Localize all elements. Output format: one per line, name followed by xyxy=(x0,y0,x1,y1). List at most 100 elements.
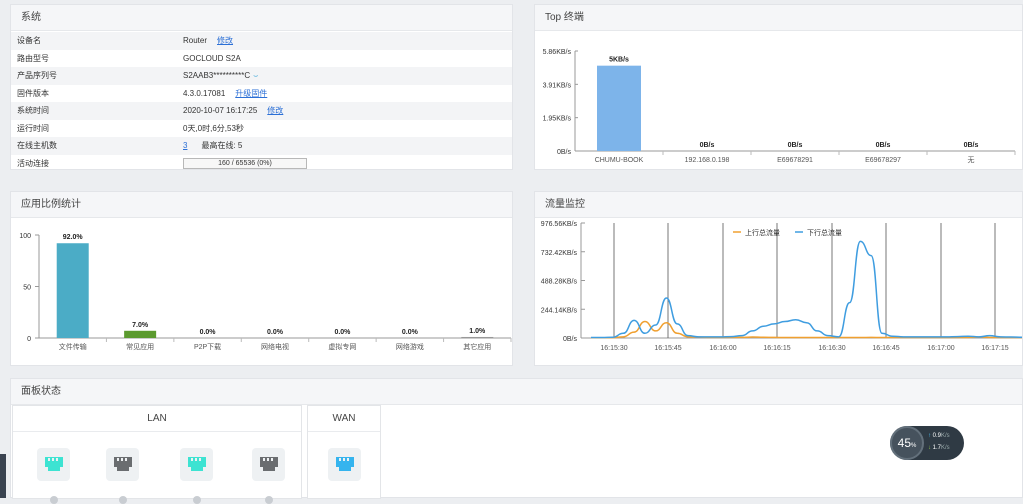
online-hosts-link[interactable]: 3 xyxy=(183,141,187,150)
system-row: 系统时间 2020-10-07 16:17:25 修改 xyxy=(11,102,512,120)
lan-label: LAN xyxy=(13,406,301,432)
top-terminals-title: Top 终端 xyxy=(535,5,1022,31)
port-status-dot xyxy=(193,496,201,504)
upload-speed: 0.9 xyxy=(932,433,942,439)
system-row-value: 4.3.0.17081 升级固件 xyxy=(183,85,512,103)
app-ratio-chart: 0 50 100 92.0% 文件传输 7.0% 常见应用 0.0% P2P下载 0.0% 网络电视… xyxy=(19,233,512,351)
series-line xyxy=(591,320,1022,339)
port-status-dot xyxy=(50,496,58,504)
ethernet-port-icon xyxy=(43,455,65,475)
active-connections-bar: 160 / 65536 (0%) xyxy=(183,157,307,169)
port-status-dot xyxy=(265,496,273,504)
x-tick-label: CHUMU-BOOK xyxy=(595,157,644,164)
data-label: 0.0% xyxy=(200,329,217,336)
y-tick-label: 0B/s xyxy=(557,149,572,156)
system-row-value: 0天,0时,6分,53秒 xyxy=(183,120,512,138)
download-unit: K/s xyxy=(941,445,950,451)
system-row-value: 3 最高在线: 5 xyxy=(183,137,512,155)
system-row-value: Router 修改 xyxy=(183,32,512,50)
x-tick-label: P2P下载 xyxy=(194,342,221,351)
system-row: 设备名 Router 修改 xyxy=(11,32,512,50)
system-row-label: 在线主机数 xyxy=(17,141,57,150)
series-line xyxy=(590,240,1023,339)
upload-arrow-icon: ↑ xyxy=(928,433,931,439)
system-row: 固件版本 4.3.0.17081 升级固件 xyxy=(11,85,512,103)
x-tick-label: 常见应用 xyxy=(126,342,154,351)
app-ratio-panel: 应用比例统计 0 50 100 92.0% 文件传输 7.0% 常见应用 0.0% P2P下载 0… xyxy=(10,191,513,366)
value-text: 2020-10-07 16:17:25 xyxy=(183,106,258,115)
data-label: 0.0% xyxy=(267,329,284,336)
data-label: 0.0% xyxy=(334,329,351,336)
x-tick-label: 其它应用 xyxy=(463,342,491,351)
system-row: 在线主机数 3 最高在线: 5 xyxy=(11,137,512,155)
value-text: Router xyxy=(183,36,208,45)
data-label: 1.0% xyxy=(469,328,486,335)
download-speed: 1.7 xyxy=(932,445,942,451)
x-tick-label: 虚拟专网 xyxy=(328,342,356,351)
lan-section: LAN xyxy=(12,405,302,504)
x-tick-label: 网络游戏 xyxy=(396,342,424,351)
speed-widget[interactable]: 45% ↑ 0.9K/s ↓ 1.7K/s xyxy=(890,426,964,460)
y-tick-label: 976.56KB/s xyxy=(541,221,578,228)
traffic-monitor-panel: 流量监控 0B/s 244.14KB/s 488.28KB/s 732.42KB/s 9… xyxy=(534,191,1023,366)
port-status-dot xyxy=(119,496,127,504)
cpu-usage-unit: % xyxy=(911,443,917,449)
row-action-link[interactable]: 修改 xyxy=(267,106,283,115)
y-tick-label: 732.42KB/s xyxy=(541,250,578,257)
bar xyxy=(597,65,641,151)
ethernet-port-icon xyxy=(186,455,208,475)
x-tick-label: 16:16:45 xyxy=(872,345,899,352)
value-text: 0天,0时,6分,53秒 xyxy=(183,123,244,133)
data-label: 0B/s xyxy=(964,142,979,149)
panel-status-title: 面板状态 xyxy=(11,379,1022,405)
ethernet-port-icon xyxy=(112,455,134,475)
panel-status-panel: 面板状态 LAN WAN xyxy=(10,378,1023,504)
bar xyxy=(461,336,494,338)
system-row-label: 活动连接 xyxy=(17,158,49,168)
system-row-value: 2020-10-07 16:17:25 修改 xyxy=(183,102,512,120)
system-row-label: 系统时间 xyxy=(17,106,49,115)
data-label: 0B/s xyxy=(788,142,803,149)
x-tick-label: 16:16:00 xyxy=(709,345,736,352)
wan-port[interactable] xyxy=(328,448,361,481)
cpu-usage-value: 45 xyxy=(897,436,911,450)
system-row: 活动连接 160 / 65536 (0%) xyxy=(11,155,512,173)
eye-icon[interactable]: ⌣ xyxy=(253,71,258,80)
lan-port-3[interactable] xyxy=(180,448,213,481)
ethernet-port-icon xyxy=(258,455,280,475)
y-tick-label: 3.91KB/s xyxy=(543,82,572,89)
lan-port-2[interactable] xyxy=(106,448,139,481)
y-tick-label: 488.28KB/s xyxy=(541,279,578,286)
y-tick-label: 244.14KB/s xyxy=(541,307,578,314)
data-label: 92.0% xyxy=(63,234,84,241)
system-row-label: 设备名 xyxy=(17,36,41,45)
y-tick-label: 0B/s xyxy=(563,336,578,343)
upload-unit: K/s xyxy=(941,433,950,439)
bar xyxy=(124,330,157,338)
y-tick-label: 5.86KB/s xyxy=(543,49,572,56)
app-ratio-title: 应用比例统计 xyxy=(11,192,512,218)
data-label: 5KB/s xyxy=(609,57,629,64)
x-tick-label: 192.168.0.198 xyxy=(685,157,730,164)
row-action-link[interactable]: 修改 xyxy=(217,36,233,45)
data-label: 7.0% xyxy=(132,322,149,329)
y-tick-label: 50 xyxy=(23,285,31,292)
top-terminals-panel: Top 终端 0B/s 1.95KB/s 3.91KB/s 5.86KB/s 5KB/s… xyxy=(534,4,1023,170)
traffic-monitor-chart: 0B/s 244.14KB/s 488.28KB/s 732.42KB/s 976.56… xyxy=(541,221,1023,352)
wan-section: WAN xyxy=(307,405,381,499)
cpu-usage-gauge: 45% xyxy=(890,426,924,460)
data-label: 0B/s xyxy=(700,142,715,149)
value-text: GOCLOUD S2A xyxy=(183,53,241,63)
data-label: 0B/s xyxy=(876,142,891,149)
bar xyxy=(56,243,89,338)
system-row-label: 产品序列号 xyxy=(17,71,57,80)
x-tick-label: 16:17:15 xyxy=(981,345,1008,352)
lan-port-1[interactable] xyxy=(37,448,70,481)
lan-port-4[interactable] xyxy=(252,448,285,481)
x-tick-label: E69678297 xyxy=(865,157,901,164)
row-action-link[interactable]: 升级固件 xyxy=(235,89,267,98)
x-tick-label: 网络电视 xyxy=(261,342,289,351)
x-tick-label: 16:15:45 xyxy=(654,345,681,352)
legend-label: 下行总流量 xyxy=(807,228,842,237)
wan-label: WAN xyxy=(308,406,380,432)
